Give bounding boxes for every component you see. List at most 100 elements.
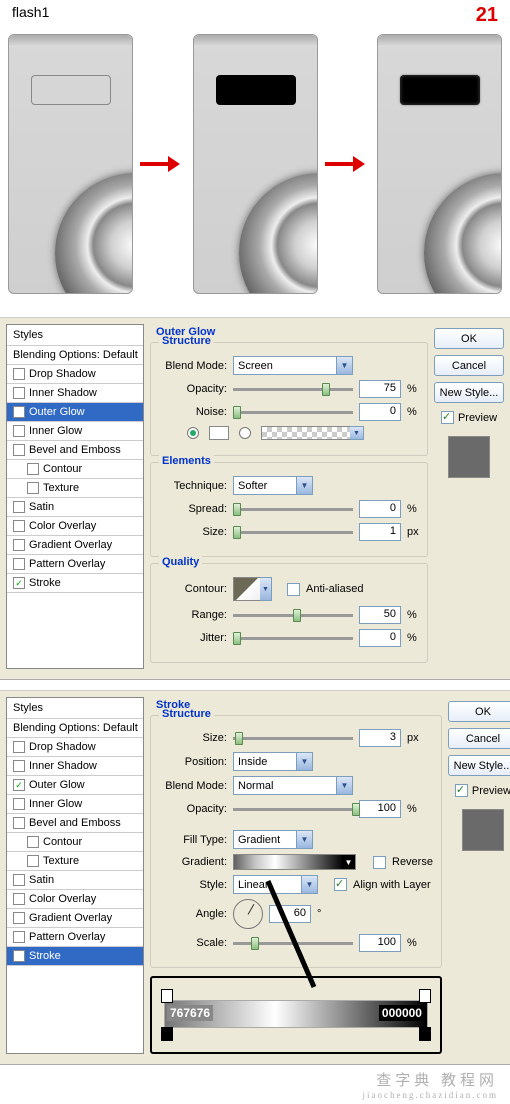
size-slider[interactable] — [233, 531, 353, 534]
opacity-slider[interactable] — [233, 388, 353, 391]
style-item-outer-glow[interactable]: Outer Glow — [7, 776, 143, 795]
angle-input[interactable]: 60 — [269, 905, 311, 923]
style-item-gradient-overlay[interactable]: Gradient Overlay — [7, 909, 143, 928]
opacity-stop-left[interactable] — [161, 989, 173, 1003]
color-stop-right[interactable] — [419, 1027, 431, 1041]
noise-slider[interactable] — [233, 411, 353, 414]
style-item-stroke[interactable]: Stroke — [7, 574, 143, 593]
blending-options-row[interactable]: Blending Options: Default — [7, 719, 143, 738]
style-item-stroke[interactable]: Stroke — [7, 947, 143, 966]
noise-input[interactable]: 0 — [359, 403, 401, 421]
style-item-drop-shadow[interactable]: Drop Shadow — [7, 365, 143, 384]
style-checkbox[interactable] — [13, 425, 25, 437]
style-checkbox[interactable] — [27, 855, 39, 867]
style-checkbox[interactable] — [13, 950, 25, 962]
style-item-texture[interactable]: Texture — [7, 852, 143, 871]
style-item-inner-glow[interactable]: Inner Glow — [7, 795, 143, 814]
style-item-outer-glow[interactable]: Outer Glow — [7, 403, 143, 422]
preview-checkbox[interactable] — [441, 411, 454, 424]
size-input[interactable]: 3 — [359, 729, 401, 747]
style-item-pattern-overlay[interactable]: Pattern Overlay — [7, 555, 143, 574]
opacity-input[interactable]: 75 — [359, 380, 401, 398]
style-checkbox[interactable] — [27, 463, 39, 475]
style-select[interactable]: Linear▼ — [233, 875, 318, 894]
gradient-editor-strip[interactable]: 767676 000000 — [164, 1000, 428, 1028]
glow-gradient-radio[interactable] — [239, 427, 251, 439]
scale-slider[interactable] — [233, 942, 353, 945]
style-item-inner-shadow[interactable]: Inner Shadow — [7, 757, 143, 776]
style-item-gradient-overlay[interactable]: Gradient Overlay — [7, 536, 143, 555]
ok-button[interactable]: OK — [434, 328, 504, 349]
cancel-button[interactable]: Cancel — [448, 728, 510, 749]
style-checkbox[interactable] — [13, 501, 25, 513]
style-checkbox[interactable] — [13, 444, 25, 456]
style-checkbox[interactable] — [13, 874, 25, 886]
spread-slider[interactable] — [233, 508, 353, 511]
fill-type-select[interactable]: Gradient▼ — [233, 830, 313, 849]
opacity-slider[interactable] — [233, 808, 353, 811]
style-checkbox[interactable] — [27, 836, 39, 848]
style-item-bevel-and-emboss[interactable]: Bevel and Emboss — [7, 814, 143, 833]
style-item-inner-glow[interactable]: Inner Glow — [7, 422, 143, 441]
angle-wheel[interactable] — [233, 899, 263, 929]
style-checkbox[interactable] — [13, 577, 25, 589]
technique-select[interactable]: Softer▼ — [233, 476, 313, 495]
spread-input[interactable]: 0 — [359, 500, 401, 518]
style-checkbox[interactable] — [13, 406, 25, 418]
style-checkbox[interactable] — [13, 558, 25, 570]
range-slider[interactable] — [233, 614, 353, 617]
cancel-button[interactable]: Cancel — [434, 355, 504, 376]
style-item-contour[interactable]: Contour — [7, 833, 143, 852]
position-select[interactable]: Inside▼ — [233, 752, 313, 771]
style-item-satin[interactable]: Satin — [7, 498, 143, 517]
new-style-button[interactable]: New Style... — [448, 755, 510, 776]
color-stop-left[interactable] — [161, 1027, 173, 1041]
size-slider[interactable] — [233, 737, 353, 740]
style-checkbox[interactable] — [13, 893, 25, 905]
reverse-checkbox[interactable] — [373, 856, 386, 869]
style-checkbox[interactable] — [13, 817, 25, 829]
style-checkbox[interactable] — [13, 779, 25, 791]
size-input[interactable]: 1 — [359, 523, 401, 541]
scale-input[interactable]: 100 — [359, 934, 401, 952]
style-checkbox[interactable] — [13, 931, 25, 943]
glow-gradient-swatch[interactable]: ▼ — [261, 426, 351, 440]
style-checkbox[interactable] — [13, 741, 25, 753]
style-checkbox[interactable] — [13, 368, 25, 380]
style-item-drop-shadow[interactable]: Drop Shadow — [7, 738, 143, 757]
blending-options-row[interactable]: Blending Options: Default — [7, 346, 143, 365]
style-item-contour[interactable]: Contour — [7, 460, 143, 479]
blend-mode-select[interactable]: Screen▼ — [233, 356, 353, 375]
style-checkbox[interactable] — [13, 798, 25, 810]
preview-checkbox[interactable] — [455, 784, 468, 797]
contour-swatch[interactable]: ▼ — [233, 577, 261, 601]
style-item-pattern-overlay[interactable]: Pattern Overlay — [7, 928, 143, 947]
style-item-bevel-and-emboss[interactable]: Bevel and Emboss — [7, 441, 143, 460]
opacity-stop-right[interactable] — [419, 989, 431, 1003]
style-checkbox[interactable] — [13, 760, 25, 772]
style-item-satin[interactable]: Satin — [7, 871, 143, 890]
anti-aliased-checkbox[interactable] — [287, 583, 300, 596]
jitter-slider[interactable] — [233, 637, 353, 640]
gradient-swatch[interactable]: ▼ — [233, 854, 343, 870]
opacity-input[interactable]: 100 — [359, 800, 401, 818]
ok-button[interactable]: OK — [448, 701, 510, 722]
style-item-inner-shadow[interactable]: Inner Shadow — [7, 384, 143, 403]
new-style-button[interactable]: New Style... — [434, 382, 504, 403]
glow-color-swatch[interactable] — [209, 426, 229, 440]
align-layer-checkbox[interactable] — [334, 878, 347, 891]
unit-percent: % — [407, 803, 417, 815]
style-item-texture[interactable]: Texture — [7, 479, 143, 498]
style-checkbox[interactable] — [13, 912, 25, 924]
style-checkbox[interactable] — [13, 387, 25, 399]
glow-color-radio[interactable] — [187, 427, 199, 439]
style-item-color-overlay[interactable]: Color Overlay — [7, 517, 143, 536]
jitter-input[interactable]: 0 — [359, 629, 401, 647]
structure-fieldset: Structure Size: 3 px Position: Inside▼ B… — [150, 715, 442, 968]
style-item-color-overlay[interactable]: Color Overlay — [7, 890, 143, 909]
style-checkbox[interactable] — [13, 520, 25, 532]
style-checkbox[interactable] — [27, 482, 39, 494]
range-input[interactable]: 50 — [359, 606, 401, 624]
blend-mode-select[interactable]: Normal▼ — [233, 776, 353, 795]
style-checkbox[interactable] — [13, 539, 25, 551]
